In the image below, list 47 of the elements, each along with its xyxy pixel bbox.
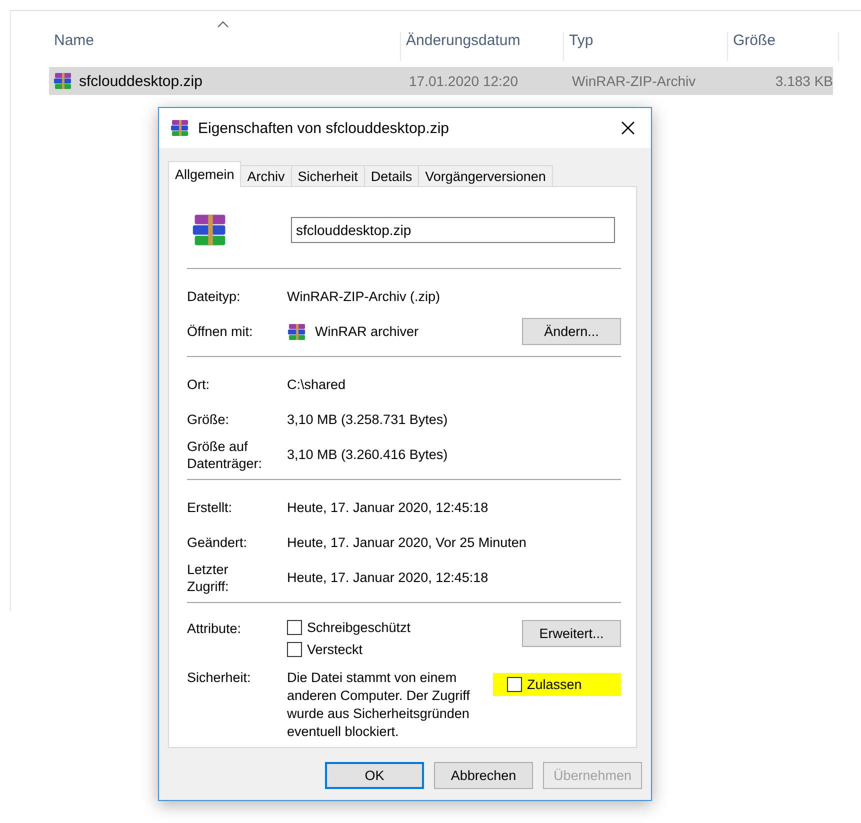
tab[interactable]: Allgemein (168, 161, 242, 187)
property-value: 3,10 MB (3.258.731 Bytes) (287, 412, 449, 427)
property-label: Öffnen mit: (187, 323, 254, 340)
column-header[interactable]: Änderungsdatum (401, 32, 564, 61)
checkbox[interactable] (287, 620, 302, 635)
property-value: WinRAR-ZIP-Archiv (.zip) (287, 289, 442, 304)
size-cell-text: 3.183 KB (774, 73, 833, 89)
property-label: Dateityp: (187, 288, 242, 305)
column-header[interactable]: Typ (564, 32, 728, 61)
tab[interactable]: Vorgängerversionen (418, 165, 553, 187)
file-row[interactable]: sfclouddesktop.zip 17.01.2020 12:20 WinRAR-ZIP-Archiv 3.183 KB (49, 67, 833, 95)
property-value: Heute, 17. Januar 2020, 12:45:18 (287, 500, 490, 515)
change-button[interactable]: Ändern... (522, 318, 621, 345)
property-label: Sicherheit: (187, 669, 252, 686)
file-name-field[interactable]: sfclouddesktop.zip (291, 217, 615, 243)
column-header[interactable]: Name (49, 32, 401, 61)
window-title: Eigenschaften von sfclouddesktop.zip (198, 120, 450, 136)
archive-books-icon (170, 118, 190, 138)
property-value: 3,10 MB (3.260.416 Bytes) (287, 447, 449, 462)
property-label: Größe: (187, 411, 230, 428)
archive-books-icon (53, 71, 73, 91)
archive-books-icon (287, 322, 307, 342)
property-label: Erstellt: (187, 499, 234, 516)
property-label: Größe auf Datenträger: (187, 438, 264, 472)
advanced-button[interactable]: Erweitert... (522, 620, 621, 647)
checkbox[interactable] (287, 642, 302, 657)
date-cell-text: 17.01.2020 12:20 (408, 73, 519, 89)
dialog-button[interactable]: Abbrechen (434, 762, 533, 789)
property-value: C:\shared (287, 377, 347, 392)
security-note: Die Datei stammt von einem anderen Computer. Der Zugriff wurde aus Sicherheitsgründen eventuell blockiert. (287, 669, 471, 741)
dialog-button[interactable]: OK (325, 762, 424, 789)
property-value: Heute, 17. Januar 2020, 12:45:18 (287, 570, 490, 585)
checkbox-label[interactable]: Zulassen (527, 677, 582, 692)
property-label: Geändert: (187, 534, 248, 551)
sort-caret-icon (217, 21, 229, 28)
checkbox-label[interactable]: Schreibgeschützt (307, 620, 411, 635)
property-label: Letzter Zugriff: (187, 560, 230, 594)
checkbox-label[interactable]: Versteckt (307, 642, 363, 657)
type-cell-text: WinRAR-ZIP-Archiv (571, 73, 697, 89)
close-icon[interactable] (621, 121, 635, 135)
property-label: Ort: (187, 376, 210, 393)
property-value: WinRAR archiver (315, 324, 419, 339)
column-header[interactable]: Größe (728, 32, 839, 61)
property-value: Heute, 17. Januar 2020, Vor 25 Minuten (287, 535, 528, 550)
file-name: sfclouddesktop.zip (79, 72, 202, 90)
checkbox[interactable] (507, 677, 522, 692)
property-label: Attribute: (187, 620, 242, 638)
